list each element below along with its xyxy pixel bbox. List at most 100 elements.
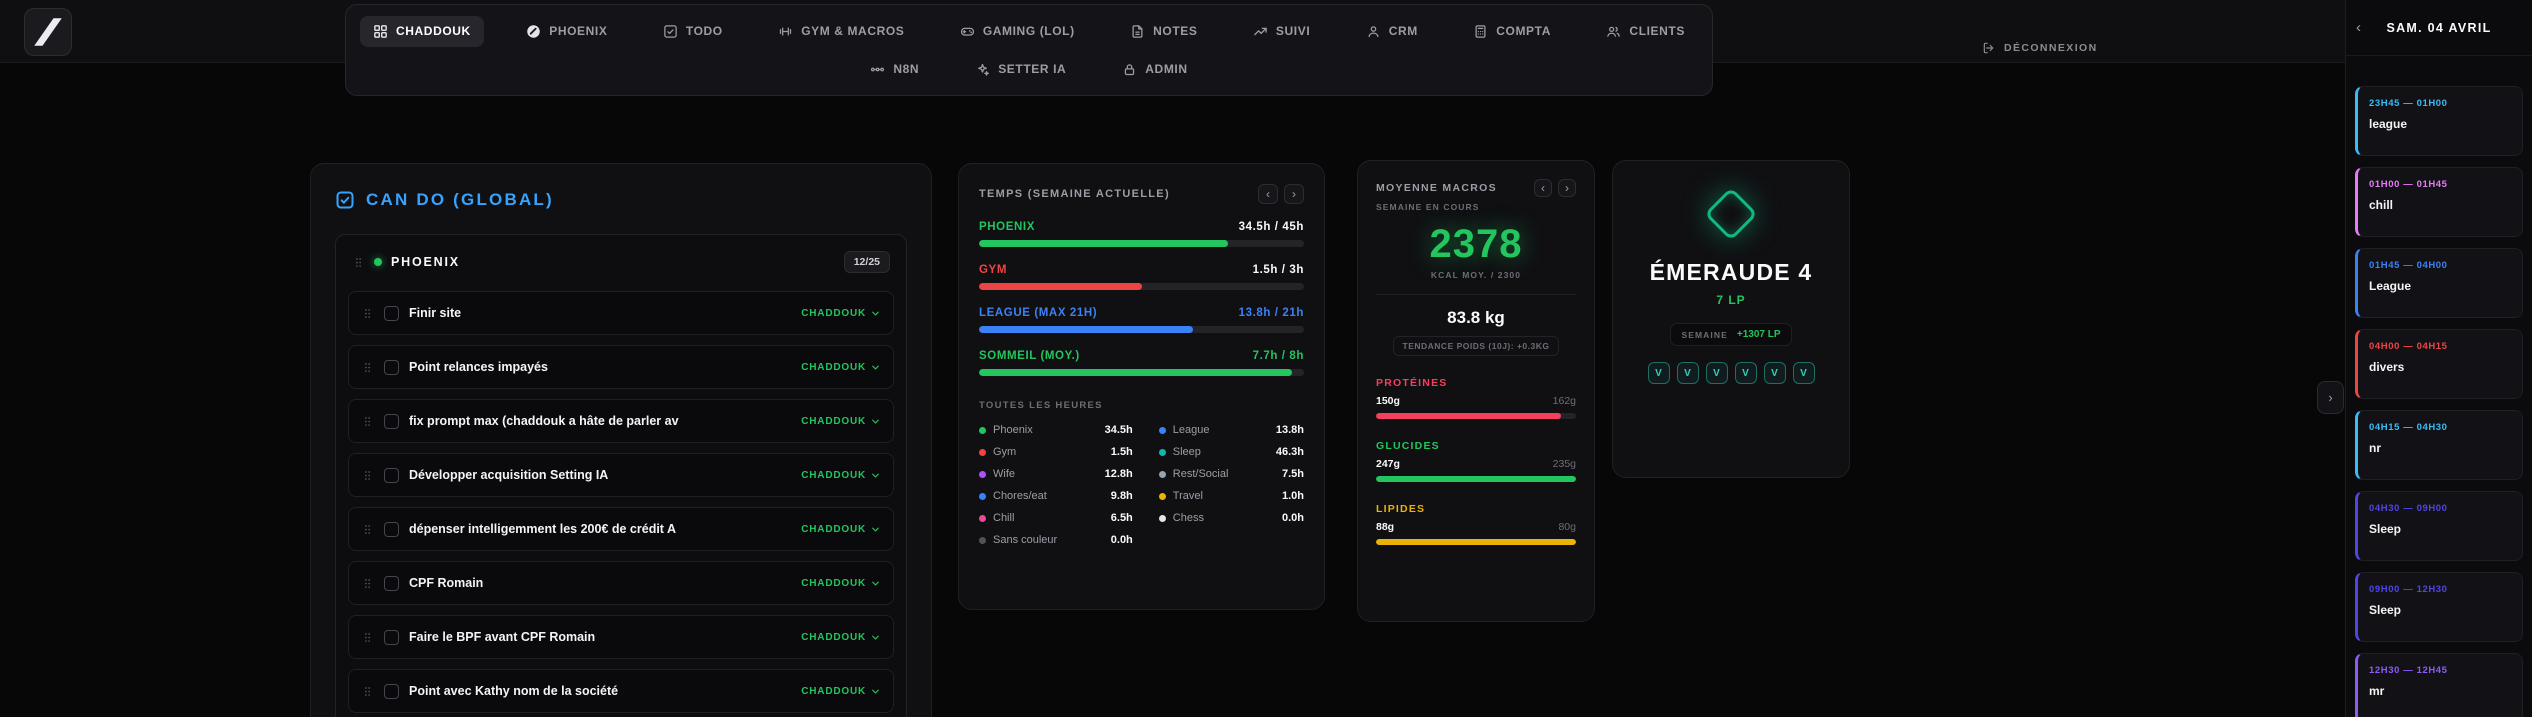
task-checkbox[interactable] (384, 683, 399, 699)
task-row[interactable]: Point avec Kathy nom de la société CHADD… (348, 669, 894, 713)
legend-item: Gym 1.5h (979, 446, 1133, 458)
match-result-badge[interactable]: V (1734, 362, 1757, 384)
task-checkbox[interactable] (384, 467, 399, 483)
match-result-badge[interactable]: V (1647, 362, 1670, 384)
calendar-event[interactable]: 12H30 — 12H45 mr (2355, 653, 2523, 717)
nav-tab-n8n[interactable]: N8N (857, 54, 932, 85)
chevron-right-icon: › (1565, 181, 1569, 195)
task-checkbox[interactable] (384, 413, 399, 429)
logout-button[interactable]: DÉCONNEXION (1982, 41, 2098, 55)
calendar-event[interactable]: 04H00 — 04H15 divers (2355, 329, 2523, 399)
week-label: SEMAINE (1681, 329, 1728, 340)
drag-handle-icon[interactable] (361, 523, 374, 536)
trending-up-icon (1253, 24, 1268, 39)
calendar-event[interactable]: 01H45 — 04H00 League (2355, 248, 2523, 318)
nav-tab-admin[interactable]: ADMIN (1109, 54, 1200, 85)
legend-dot (1158, 448, 1166, 456)
assignee-dropdown[interactable]: CHADDOUK (801, 524, 881, 535)
drag-handle-icon[interactable] (361, 577, 374, 590)
chevron-right-icon: › (2328, 390, 2333, 405)
task-row[interactable]: Finir site CHADDOUK (348, 291, 894, 335)
nav-tab-chaddouk[interactable]: CHADDOUK (360, 15, 484, 47)
legend-dot (979, 426, 986, 434)
prev-period-button[interactable]: ‹ (1534, 179, 1552, 197)
task-row[interactable]: Développer acquisition Setting IA CHADDO… (348, 453, 894, 497)
match-result-badge[interactable]: V (1792, 362, 1815, 384)
task-row[interactable]: fix prompt max (chaddouk a hâte de parle… (348, 399, 894, 443)
nav-tab-label: CHADDOUK (396, 24, 471, 38)
assignee-dropdown[interactable]: CHADDOUK (801, 686, 881, 697)
macro-target: 162g (1552, 395, 1576, 407)
event-time: 12H30 — 12H45 (2369, 665, 2448, 676)
nav-tab-suivi[interactable]: SUIVI (1240, 16, 1323, 47)
match-result-badge[interactable]: V (1763, 362, 1786, 384)
nav-tab-setter-ia[interactable]: SETTER IA (962, 54, 1079, 85)
task-row[interactable]: Faire le BPF avant CPF Romain CHADDOUK (348, 615, 894, 659)
calendar-event[interactable]: 23H45 — 01H00 league (2355, 86, 2523, 156)
nav-tab-gym-macros[interactable]: GYM & MACROS (765, 16, 917, 47)
nav-tab-phoenix[interactable]: PHOENIX (513, 16, 620, 47)
task-row[interactable]: CPF Romain CHADDOUK (348, 561, 894, 605)
next-period-button[interactable]: › (1558, 179, 1576, 197)
next-week-button[interactable]: › (1284, 184, 1304, 204)
legend-dot (1158, 492, 1166, 500)
sparkles-icon (975, 62, 990, 77)
prev-day-button[interactable]: ‹ (2356, 19, 2376, 36)
drag-handle-icon[interactable] (361, 631, 374, 644)
legend-name: Travel (1172, 490, 1203, 502)
assignee-dropdown[interactable]: CHADDOUK (801, 470, 881, 481)
nav-tab-crm[interactable]: CRM (1353, 16, 1431, 47)
time-budget-label: SOMMEIL (MOY.) (979, 350, 1080, 362)
nav-tab-notes[interactable]: NOTES (1117, 16, 1210, 47)
nav-tab-label: COMPTA (1496, 24, 1551, 38)
rank-card: ÉMERAUDE 4 7 LP SEMAINE +1307 LP V V V V… (1612, 160, 1850, 478)
task-row[interactable]: Point relances impayés CHADDOUK (348, 345, 894, 389)
logout-label: DÉCONNEXION (2004, 42, 2098, 54)
sidebar-collapse-handle[interactable]: › (2317, 381, 2344, 414)
drag-handle-icon[interactable] (361, 361, 374, 374)
calendar-event[interactable]: 04H30 — 09H00 Sleep (2355, 491, 2523, 561)
calendar-event[interactable]: 01H00 — 01H45 chill (2355, 167, 2523, 237)
calendar-event[interactable]: 09H00 — 12H30 Sleep (2355, 572, 2523, 642)
legend-dot (979, 470, 986, 478)
logout-icon (1982, 41, 1996, 55)
nav-tab-compta[interactable]: COMPTA (1460, 16, 1564, 47)
drag-handle-icon[interactable] (361, 307, 374, 320)
prev-week-button[interactable]: ‹ (1258, 184, 1278, 204)
app: CHADDOUK PHOENIX TODO GYM & MACROS GAMIN… (0, 0, 2532, 717)
legend-name: Wife (993, 468, 1015, 480)
legend-dot (1158, 514, 1166, 522)
check-square-icon (663, 24, 678, 39)
macro-current: 88g (1376, 521, 1395, 533)
assignee-dropdown[interactable]: CHADDOUK (801, 578, 881, 589)
legend-item: Chores/eat 9.8h (979, 490, 1133, 502)
drag-handle-icon[interactable] (361, 415, 374, 428)
drag-handle-icon[interactable] (361, 469, 374, 482)
assignee-dropdown[interactable]: CHADDOUK (801, 362, 881, 373)
task-checkbox[interactable] (384, 359, 399, 375)
task-checkbox[interactable] (384, 305, 399, 321)
drag-handle-icon[interactable] (361, 685, 374, 698)
app-logo[interactable] (24, 8, 72, 56)
match-result-badge[interactable]: V (1676, 362, 1699, 384)
legend-value: 7.5h (1281, 468, 1304, 480)
nav-tab-todo[interactable]: TODO (650, 16, 736, 47)
calendar-event[interactable]: 04H15 — 04H30 nr (2355, 410, 2523, 480)
assignee-dropdown[interactable]: CHADDOUK (801, 416, 881, 427)
task-checkbox[interactable] (384, 521, 399, 537)
match-result-badge[interactable]: V (1705, 362, 1728, 384)
drag-handle-icon[interactable] (352, 256, 365, 269)
task-checkbox[interactable] (384, 575, 399, 591)
task-checkbox[interactable] (384, 629, 399, 645)
legend-item: Sleep 46.3h (1158, 446, 1304, 458)
user-icon (1366, 24, 1381, 39)
legend-item: Chess 0.0h (1158, 512, 1304, 524)
nav-row-secondary: N8N SETTER IA ADMIN (360, 50, 1698, 88)
task-row[interactable]: dépenser intelligemment les 200€ de créd… (348, 507, 894, 551)
nav-tab-clients[interactable]: CLIENTS (1593, 16, 1698, 47)
legend-value: 12.8h (1104, 468, 1133, 480)
nav-tab-label: GAMING (LOL) (982, 24, 1075, 38)
assignee-dropdown[interactable]: CHADDOUK (801, 308, 881, 319)
assignee-dropdown[interactable]: CHADDOUK (801, 632, 881, 643)
nav-tab-gaming-lol[interactable]: GAMING (LOL) (947, 16, 1088, 47)
